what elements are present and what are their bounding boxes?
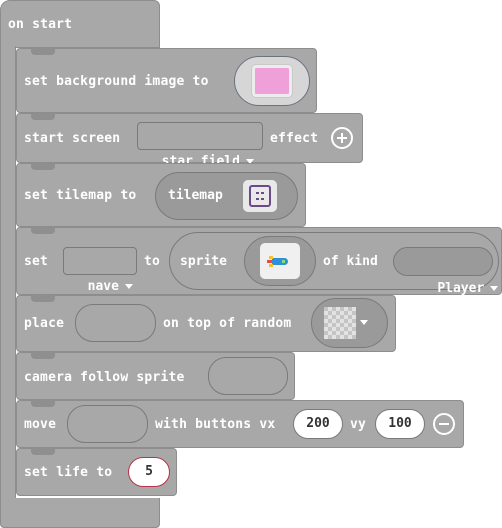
place-variable-dropdown[interactable]: nave	[75, 304, 156, 366]
tilemap-icon[interactable]	[243, 180, 277, 212]
set-label: set	[24, 254, 49, 269]
sprite-label: sprite	[180, 254, 227, 269]
background-image-picker[interactable]	[234, 56, 310, 106]
place-label: place	[24, 316, 65, 331]
sprite-ship-icon	[260, 243, 300, 279]
vy-input[interactable]: 100	[375, 409, 425, 439]
of-kind-label: of kind	[323, 254, 378, 269]
caret-down-icon	[490, 286, 499, 291]
vx-input[interactable]: 200	[293, 409, 343, 439]
camera-follow-label: camera follow sprite	[24, 370, 185, 385]
on-start-footer	[0, 498, 160, 528]
add-parameter-icon[interactable]	[331, 127, 353, 149]
vy-label: vy	[350, 417, 367, 432]
life-input[interactable]: 5	[128, 457, 170, 487]
notch	[31, 227, 55, 234]
caret-down-icon	[360, 320, 368, 325]
notch	[31, 448, 55, 455]
to-label: to	[144, 254, 161, 269]
set-tilemap-label: set tilemap to	[24, 188, 137, 203]
create-sprite-reporter[interactable]: sprite of kind Player	[169, 232, 499, 296]
notch	[31, 352, 55, 359]
set-life-label: set life to	[24, 465, 113, 480]
notch	[31, 113, 55, 120]
with-buttons-vx-label: with buttons vx	[155, 417, 276, 432]
caret-down-icon	[124, 284, 133, 289]
sprite-image-picker[interactable]	[244, 236, 316, 286]
move-variable-dropdown[interactable]: nave	[67, 405, 148, 467]
notch	[31, 163, 55, 170]
sprite-variable-dropdown[interactable]: nave	[63, 247, 137, 294]
effect-label: effect	[270, 131, 319, 146]
kind-value: Player	[437, 281, 485, 296]
background-swatch	[252, 65, 292, 97]
set-background-label: set background image to	[24, 74, 209, 89]
on-start-label: on start	[8, 17, 73, 32]
notch	[31, 400, 55, 407]
sprite-variable-value: nave	[87, 279, 119, 294]
tilemap-label: tilemap	[168, 188, 223, 203]
notch	[31, 48, 55, 55]
kind-dropdown[interactable]: Player	[393, 247, 499, 296]
effect-dropdown[interactable]: star field	[137, 122, 263, 169]
checker-image-icon	[324, 307, 356, 339]
camera-variable-dropdown[interactable]: nave	[208, 357, 288, 419]
tilemap-reporter[interactable]: tilemap	[155, 172, 298, 220]
start-screen-label: start screen	[24, 131, 121, 146]
notch	[31, 295, 55, 302]
move-label: move	[24, 417, 57, 432]
tile-image-dropdown[interactable]	[311, 298, 388, 348]
on-top-of-random-label: on top of random	[163, 316, 292, 331]
on-start-arm	[0, 46, 16, 502]
remove-parameter-icon[interactable]	[433, 413, 455, 435]
